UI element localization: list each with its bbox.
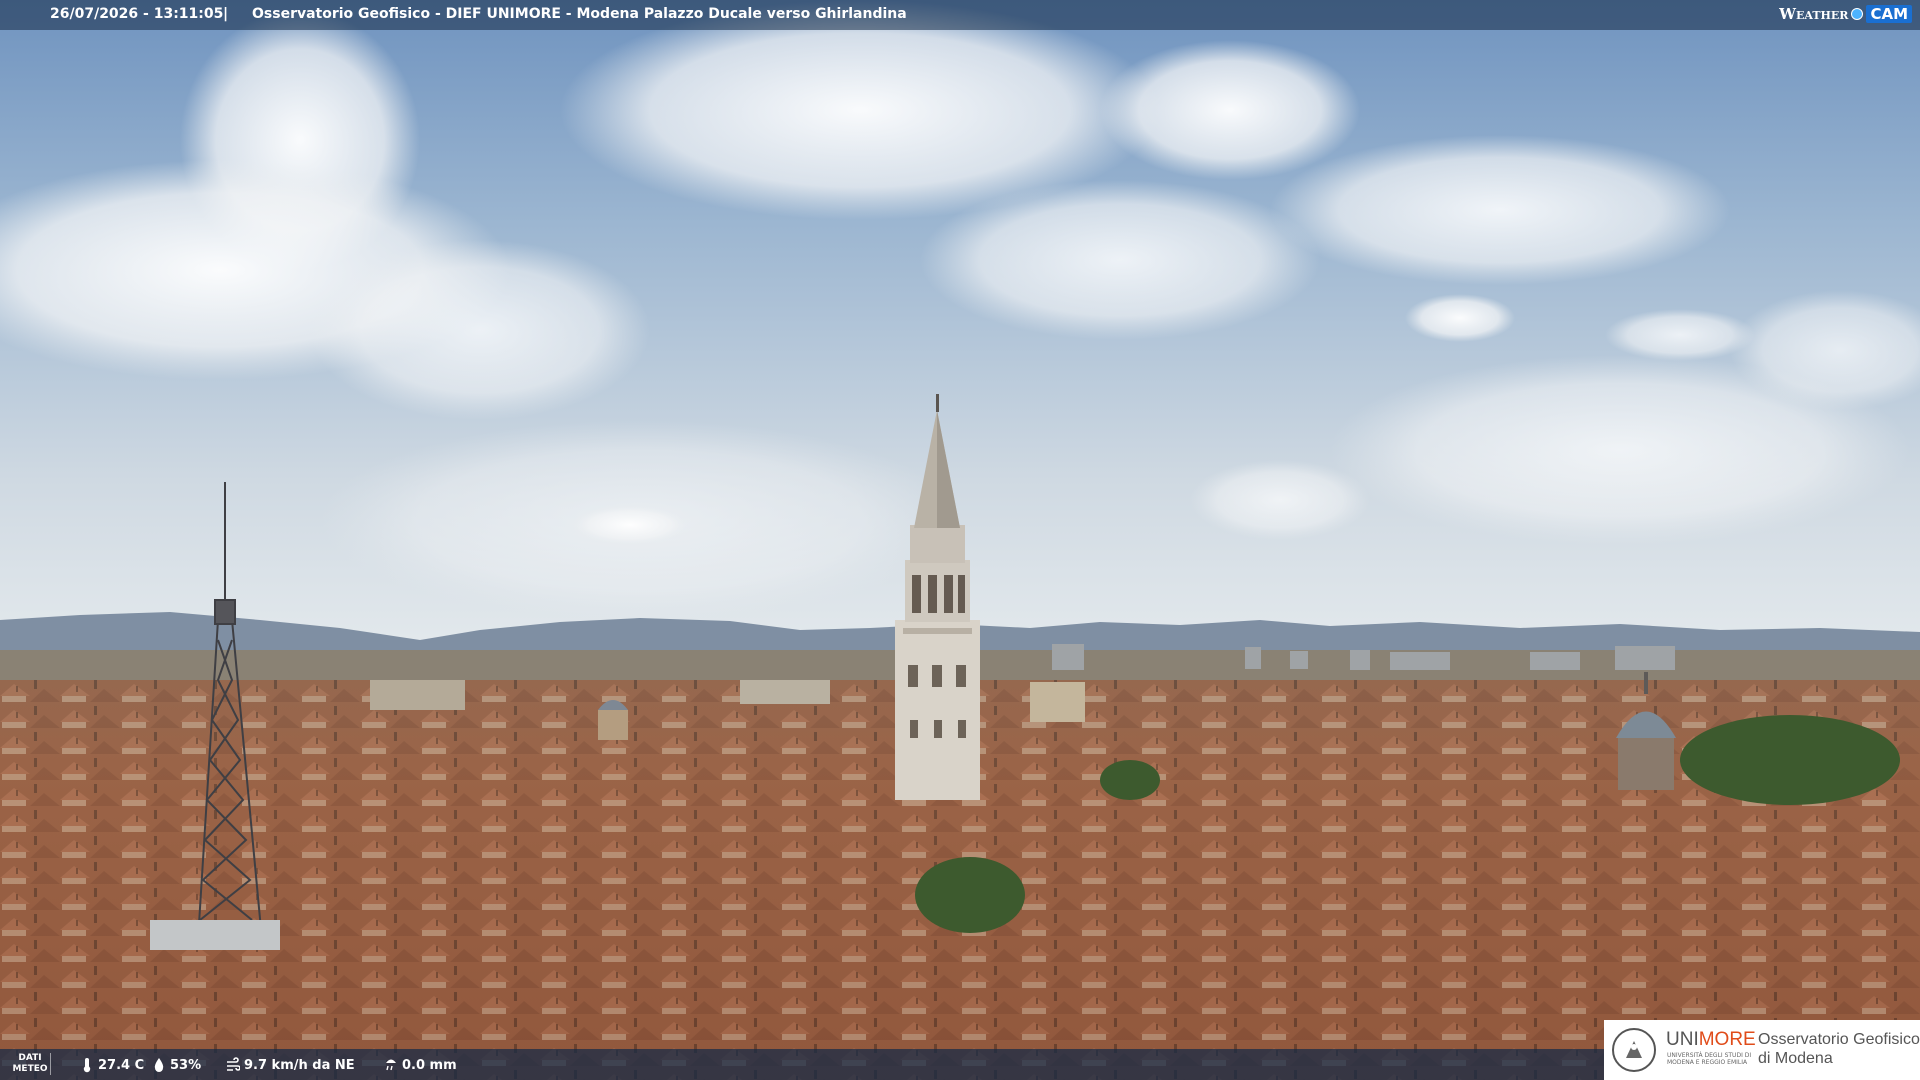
temperature-reading: 27.4 C [80, 1057, 144, 1073]
camera-title: Osservatorio Geofisico - DIEF UNIMORE - … [252, 6, 907, 22]
humidity-reading: 53% [152, 1057, 201, 1073]
wind-value: 9.7 km/h da NE [244, 1057, 355, 1073]
observatory-name-line1: Osservatorio Geofisico [1758, 1031, 1920, 1048]
brand-weather: Weather [1779, 5, 1849, 23]
unimore-seal-icon [1612, 1028, 1656, 1072]
rain-value: 0.0 mm [402, 1057, 457, 1073]
humidity-drop-icon [154, 1058, 164, 1072]
unimore-wordmark-more: MORE [1698, 1029, 1756, 1050]
humidity-value: 53% [170, 1057, 202, 1073]
wind-reading: 9.7 km/h da NE [226, 1057, 355, 1073]
weathercam-logo: Weather CAM [1779, 3, 1912, 25]
webcam-image [0, 0, 1920, 1080]
unimore-wordmark-uni: UNI [1666, 1029, 1699, 1050]
rain-reading: 0.0 mm [384, 1057, 457, 1073]
unimore-wordmark: UNIMORE [1666, 1029, 1756, 1051]
temperature-value: 27.4 C [98, 1057, 145, 1073]
brand-cam: CAM [1866, 5, 1912, 23]
thermometer-icon [83, 1058, 91, 1073]
brand-dot-icon [1851, 8, 1864, 20]
rain-gauge-icon [386, 1059, 396, 1071]
observatory-name-line2: di Modena [1758, 1050, 1833, 1067]
observatory-name: Osservatorio Geofisico di Modena [1758, 1030, 1920, 1068]
unimore-subtitle: UNIVERSITÀ DEGLI STUDI DI MODENA E REGGI… [1667, 1052, 1752, 1066]
wind-icon [227, 1057, 240, 1071]
weather-data-label: DATI METEO [10, 1053, 51, 1075]
timestamp: 26/07/2026 - 13:11:05 [50, 6, 224, 22]
unimore-logo: UNIMORE UNIVERSITÀ DEGLI STUDI DI MODENA… [1604, 1020, 1920, 1080]
title-separator: | [223, 6, 229, 22]
weather-data-bar: DATI METEO 27.4 C 53% 9.7 km/h da NE 0.0 … [0, 1049, 1604, 1080]
overlay-title-bar: 26/07/2026 - 13:11:05 | Osservatorio Geo… [0, 0, 1920, 30]
